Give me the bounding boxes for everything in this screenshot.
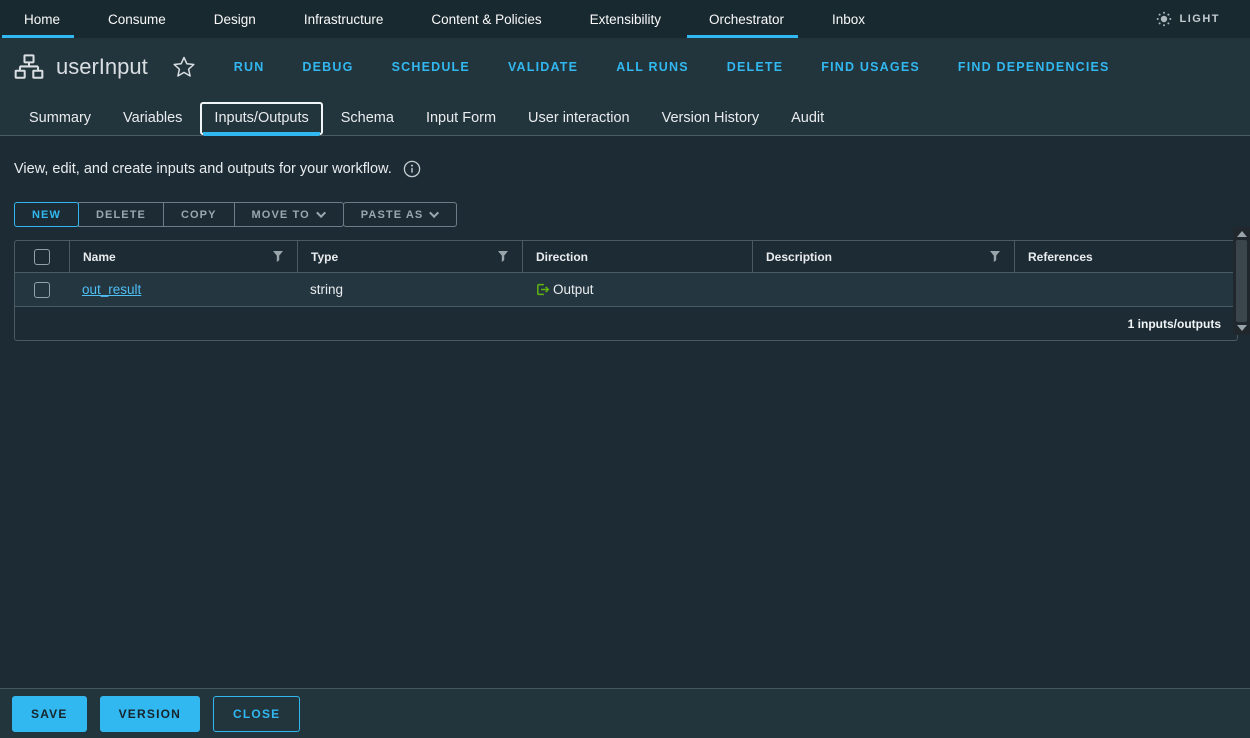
- debug-button[interactable]: DEBUG: [302, 60, 353, 74]
- theme-toggle-label: LIGHT: [1180, 13, 1221, 25]
- scroll-down-arrow-icon[interactable]: [1237, 325, 1247, 331]
- workflow-header: userInput RUN DEBUG SCHEDULE VALIDATE AL…: [0, 38, 1250, 136]
- nav-item-content-policies[interactable]: Content & Policies: [407, 0, 565, 38]
- tab-input-form[interactable]: Input Form: [412, 102, 510, 135]
- version-button[interactable]: VERSION: [100, 696, 200, 732]
- inputs-outputs-table: Name Type Direction Description: [14, 240, 1238, 341]
- top-navigation: Home Consume Design Infrastructure Conte…: [0, 0, 1250, 38]
- nav-item-consume[interactable]: Consume: [84, 0, 190, 38]
- info-icon[interactable]: [403, 160, 421, 178]
- column-header-description: Description: [752, 241, 1014, 272]
- table-footer: 1 inputs/outputs: [15, 307, 1237, 340]
- grid-toolbar: NEW DELETE COPY MOVE TO PASTE AS: [14, 202, 1238, 227]
- filter-icon[interactable]: [497, 250, 509, 263]
- column-header-name: Name: [69, 241, 297, 272]
- bottom-action-bar: SAVE VERSION CLOSE: [0, 688, 1250, 738]
- column-header-type: Type: [297, 241, 522, 272]
- paste-as-label: PASTE AS: [361, 209, 424, 221]
- find-dependencies-button[interactable]: FIND DEPENDENCIES: [958, 60, 1110, 74]
- nav-item-infrastructure[interactable]: Infrastructure: [280, 0, 408, 38]
- nav-item-extensibility[interactable]: Extensibility: [566, 0, 685, 38]
- scrollbar-thumb[interactable]: [1236, 240, 1247, 322]
- tab-variables[interactable]: Variables: [109, 102, 196, 135]
- favorite-star-icon[interactable]: [172, 55, 196, 79]
- workflow-title: userInput: [56, 54, 148, 80]
- nav-item-orchestrator[interactable]: Orchestrator: [685, 0, 808, 38]
- move-to-button[interactable]: MOVE TO: [234, 202, 344, 227]
- filter-icon[interactable]: [989, 250, 1001, 263]
- row-select-cell: [15, 282, 69, 298]
- move-to-label: MOVE TO: [252, 209, 310, 221]
- schedule-button[interactable]: SCHEDULE: [392, 60, 470, 74]
- nav-item-inbox[interactable]: Inbox: [808, 0, 889, 38]
- chevron-down-icon: [316, 208, 326, 218]
- sun-icon: [1156, 11, 1172, 27]
- select-all-checkbox[interactable]: [34, 249, 50, 265]
- copy-button[interactable]: COPY: [163, 202, 235, 227]
- row-name-cell: out_result: [69, 282, 297, 297]
- column-label: Type: [311, 250, 338, 264]
- tab-summary[interactable]: Summary: [15, 102, 105, 135]
- tab-version-history[interactable]: Version History: [648, 102, 774, 135]
- all-runs-button[interactable]: ALL RUNS: [616, 60, 689, 74]
- table-row: out_result string Output: [15, 273, 1237, 307]
- inputs-outputs-panel: View, edit, and create inputs and output…: [0, 136, 1250, 341]
- row-count-label: 1 inputs/outputs: [1128, 317, 1221, 331]
- tab-audit[interactable]: Audit: [777, 102, 838, 135]
- column-label: Description: [766, 250, 832, 264]
- tab-inputs-outputs[interactable]: Inputs/Outputs: [200, 102, 322, 135]
- parameter-name-link[interactable]: out_result: [82, 282, 141, 297]
- workflow-icon: [14, 54, 44, 80]
- output-direction-icon: [535, 282, 550, 297]
- table-header: Name Type Direction Description: [15, 241, 1237, 273]
- chevron-down-icon: [430, 208, 440, 218]
- new-button[interactable]: NEW: [14, 202, 79, 227]
- tab-schema[interactable]: Schema: [327, 102, 408, 135]
- column-label: Name: [83, 250, 116, 264]
- row-type-cell: string: [297, 282, 522, 297]
- column-label: References: [1028, 250, 1093, 264]
- nav-item-home[interactable]: Home: [0, 0, 84, 38]
- validate-button[interactable]: VALIDATE: [508, 60, 578, 74]
- workflow-actions: RUN DEBUG SCHEDULE VALIDATE ALL RUNS DEL…: [234, 60, 1110, 74]
- tab-user-interaction[interactable]: User interaction: [514, 102, 644, 135]
- nav-item-design[interactable]: Design: [190, 0, 280, 38]
- filter-icon[interactable]: [272, 250, 284, 263]
- column-label: Direction: [536, 250, 588, 264]
- row-checkbox[interactable]: [34, 282, 50, 298]
- save-button[interactable]: SAVE: [12, 696, 87, 732]
- find-usages-button[interactable]: FIND USAGES: [821, 60, 920, 74]
- scroll-up-arrow-icon[interactable]: [1237, 231, 1247, 237]
- column-header-direction: Direction: [522, 241, 752, 272]
- paste-as-button[interactable]: PASTE AS: [343, 202, 458, 227]
- panel-description: View, edit, and create inputs and output…: [14, 161, 392, 177]
- row-direction-cell: Output: [522, 282, 752, 297]
- header-select-all: [15, 241, 69, 272]
- close-button[interactable]: CLOSE: [213, 696, 300, 732]
- delete-workflow-button[interactable]: DELETE: [727, 60, 784, 74]
- delete-button[interactable]: DELETE: [78, 202, 164, 227]
- theme-toggle[interactable]: LIGHT: [1156, 0, 1250, 38]
- direction-label: Output: [553, 282, 594, 297]
- column-header-references: References: [1014, 241, 1237, 272]
- workflow-tabs: Summary Variables Inputs/Outputs Schema …: [0, 96, 1250, 136]
- vertical-scrollbar[interactable]: [1233, 227, 1250, 335]
- run-button[interactable]: RUN: [234, 60, 265, 74]
